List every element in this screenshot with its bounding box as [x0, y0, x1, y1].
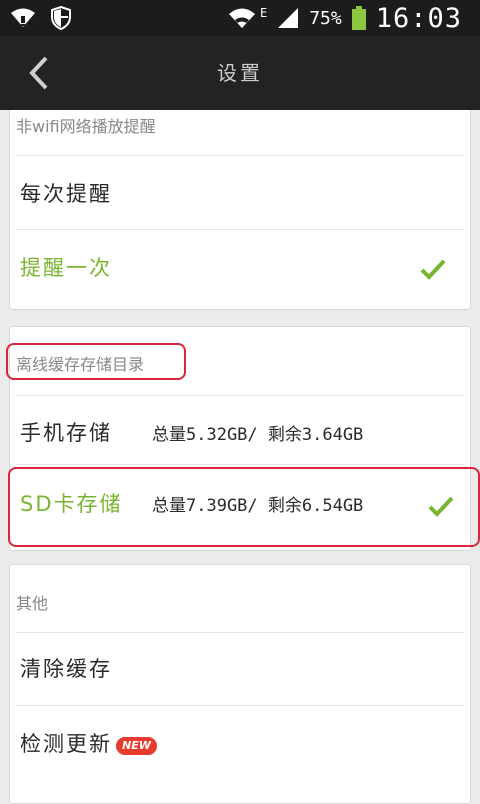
new-badge: NEW	[116, 737, 157, 755]
option-remind-once[interactable]: 提醒一次	[10, 230, 470, 308]
shield-icon	[51, 6, 71, 30]
wifi-icon	[228, 8, 255, 28]
wifi-icon	[11, 8, 35, 27]
check-update-item[interactable]: 检测更新 NEW	[10, 706, 470, 782]
network-reminder-section: 非wifi网络播放提醒 每次提醒 提醒一次	[9, 110, 471, 310]
other-section: 其他 清除缓存 检测更新 NEW	[9, 564, 471, 804]
app-header: 设置	[0, 36, 480, 110]
battery-percent: 75%	[309, 7, 342, 29]
option-label: 每次提醒	[20, 182, 112, 206]
cell-signal-icon	[278, 8, 299, 28]
clock: 16:03	[375, 2, 462, 34]
storage-info: 总量5.32GB/ 剩余3.64GB	[152, 425, 364, 445]
option-label: 检测更新	[20, 732, 112, 756]
option-phone-storage[interactable]: 手机存储 总量5.32GB/ 剩余3.64GB	[10, 396, 470, 464]
option-sd-card-storage[interactable]: SD卡存储 总量7.39GB/ 剩余6.54GB	[10, 465, 470, 545]
checkmark-icon	[428, 496, 454, 517]
checkmark-icon	[420, 259, 446, 280]
page-title: 设置	[217, 61, 263, 85]
section-title: 非wifi网络播放提醒	[16, 117, 156, 136]
section-title: 其他	[16, 594, 49, 613]
battery-icon	[351, 6, 366, 30]
storage-info: 总量7.39GB/ 剩余6.54GB	[152, 496, 364, 516]
option-label: 清除缓存	[20, 657, 112, 681]
option-label: 提醒一次	[20, 256, 112, 280]
clear-cache-item[interactable]: 清除缓存	[10, 633, 470, 705]
status-bar: E 75% 16:03	[0, 0, 480, 36]
option-label: SD卡存储	[20, 492, 123, 516]
option-remind-every-time[interactable]: 每次提醒	[10, 156, 470, 229]
offline-storage-section: 离线缓存存储目录 手机存储 总量5.32GB/ 剩余3.64GB SD卡存储 总…	[6, 326, 480, 551]
option-label: 手机存储	[20, 421, 112, 445]
section-title: 离线缓存存储目录	[16, 355, 145, 374]
network-type-label: E	[259, 6, 268, 20]
